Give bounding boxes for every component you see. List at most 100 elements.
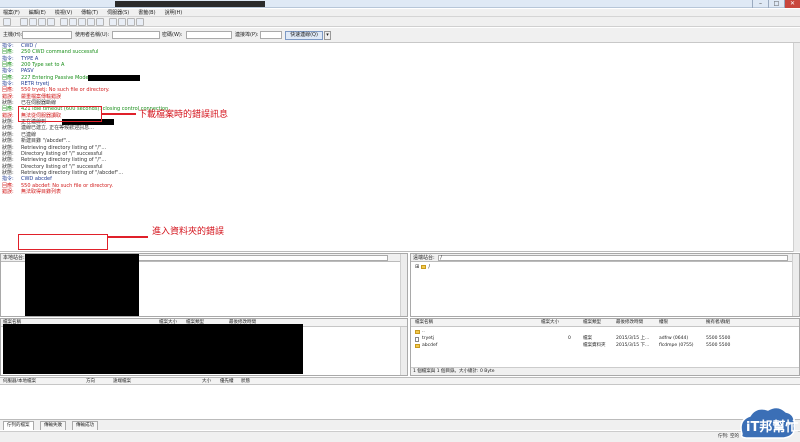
remote-file-name[interactable]: tryetj — [422, 336, 434, 342]
remote-file-type: 檔案資料夾 — [583, 343, 606, 348]
remote-file-list: 檔案名稱 檔案大小 檔案類型 最後修改時間 權限 擁有者/群組 .. tryetj… — [410, 318, 800, 376]
cancel-icon[interactable] — [78, 18, 86, 26]
remote-tree-scrollbar[interactable] — [792, 254, 799, 316]
process-queue-icon[interactable] — [69, 18, 77, 26]
maximize-button[interactable]: □ — [768, 0, 784, 8]
window-title — [115, 1, 265, 7]
remote-file-size: 0 — [568, 336, 571, 341]
remote-path-label: 遠端站台: — [413, 255, 435, 261]
minimize-button[interactable]: – — [752, 0, 768, 8]
log-scrollbar[interactable] — [793, 43, 800, 252]
itbang-logo: iT邦幫忙 — [740, 406, 798, 439]
remote-col-name[interactable]: 檔案名稱 — [415, 320, 433, 326]
remote-file-perm: adfrw (0644) — [659, 336, 689, 341]
remote-tree-pane: 遠端站台: / ⊞ / — [410, 253, 800, 317]
refresh-icon[interactable] — [60, 18, 68, 26]
quickconnect-button[interactable]: 快速連線(Q) — [285, 31, 323, 40]
toggle-queue-icon[interactable] — [47, 18, 55, 26]
folder-icon — [415, 330, 420, 334]
host-input[interactable] — [22, 31, 72, 39]
remote-col-perm[interactable]: 權限 — [659, 320, 668, 326]
annotation-text-download-error: 下載檔案時的錯誤訊息 — [138, 110, 229, 120]
expand-icon[interactable]: ⊞ — [415, 264, 419, 270]
local-list-scrollbar[interactable] — [400, 327, 407, 375]
host-label: 主機(H): — [3, 32, 23, 38]
sync-browse-icon[interactable] — [118, 18, 126, 26]
menu-bookmarks[interactable]: 書籤(B) — [138, 9, 155, 16]
tab-failed[interactable]: 傳輸失敗 — [40, 421, 66, 430]
folder-icon — [420, 264, 426, 269]
file-icon — [415, 337, 419, 342]
annotation-line-download-error — [102, 113, 136, 115]
folder-icon — [415, 344, 420, 348]
queue-body — [0, 385, 800, 419]
log-label: 錯誤: — [2, 188, 14, 195]
status-bar: 佇列: 空的 — [0, 431, 800, 442]
menu-server[interactable]: 伺服器(S) — [107, 9, 129, 16]
compare-icon[interactable] — [127, 18, 135, 26]
annotation-line-folder-error — [108, 236, 148, 238]
menu-transfer[interactable]: 傳輸(T) — [81, 9, 98, 16]
queue-tabs: 佇列的檔案 傳輸失敗 傳輸成功 — [0, 419, 800, 430]
menu-edit[interactable]: 編輯(E) — [29, 9, 46, 16]
remote-file-modified: 2015/3/15 下... — [616, 343, 650, 348]
annotation-box-folder-error — [18, 234, 108, 250]
quickconnect-dropdown[interactable]: ▾ — [324, 31, 331, 40]
password-input[interactable] — [186, 31, 232, 39]
filter-icon[interactable] — [109, 18, 117, 26]
menu-file[interactable]: 檔案(F) — [3, 9, 20, 16]
remote-file-name[interactable]: .. — [422, 329, 425, 335]
port-input[interactable] — [260, 31, 282, 39]
remote-file-name[interactable]: abcdef — [422, 343, 437, 349]
site-manager-icon[interactable] — [3, 18, 11, 26]
local-tree-pane: 本地站台: — [0, 253, 408, 317]
local-tree-scrollbar[interactable] — [400, 254, 407, 316]
remote-file-perm: flcdmpe (0755) — [659, 343, 694, 348]
redacted-local-files — [3, 324, 303, 374]
search-icon[interactable] — [136, 18, 144, 26]
redacted-local-tree — [25, 254, 139, 316]
toggle-local-tree-icon[interactable] — [29, 18, 37, 26]
remote-file-owner: 5500 5500 — [706, 336, 731, 341]
remote-tree-root[interactable]: ⊞ / — [415, 264, 430, 270]
toggle-log-icon[interactable] — [20, 18, 28, 26]
toolbar — [0, 17, 800, 27]
quickconnect-bar: 主機(H): 使用者名稱(U): 密碼(W): 連接埠(P): 快速連線(Q) … — [0, 28, 800, 43]
local-path-label: 本地站台: — [3, 255, 25, 261]
menu-bar: 檔案(F) 編輯(E) 檢視(V) 傳輸(T) 伺服器(S) 書籤(B) 說明(… — [0, 9, 800, 17]
log-message: 無法取得目錄列表 — [21, 188, 62, 195]
message-log: 指令: CWD / 回應: 250 CWD command successful 指令:… — [0, 43, 800, 252]
queue-header: 伺服器/本地檔案 方向 遠端檔案 大小 優先權 狀態 — [0, 377, 800, 385]
remote-file-type: 檔案 — [583, 336, 592, 341]
remote-file-owner: 5500 5500 — [706, 343, 731, 348]
remote-list-header — [411, 319, 799, 327]
close-button[interactable]: ✕ — [784, 0, 800, 8]
tab-successful[interactable]: 傳輸成功 — [72, 421, 98, 430]
disconnect-icon[interactable] — [87, 18, 95, 26]
remote-col-type[interactable]: 檔案類型 — [583, 320, 601, 326]
remote-status: 1 個檔案與 1 個目錄。大小總計: 0 Byte — [411, 367, 799, 375]
log-row: 錯誤: 無法取得目錄列表 — [0, 189, 800, 195]
remote-col-modified[interactable]: 最後修改時間 — [616, 320, 643, 326]
logo-text: iT邦幫忙 — [746, 419, 798, 435]
remote-path-bar: 遠端站台: / — [411, 254, 799, 262]
local-file-list: 檔案名稱 檔案大小 檔案類型 最後修改時間 — [0, 318, 408, 376]
pass-label: 密碼(W): — [162, 32, 183, 38]
annotation-box-download-error — [18, 106, 102, 122]
title-bar: – □ ✕ — [0, 0, 800, 8]
remote-path-input[interactable]: / — [438, 254, 789, 261]
user-input[interactable] — [112, 31, 160, 39]
menu-help[interactable]: 說明(H) — [165, 9, 183, 16]
user-label: 使用者名稱(U): — [75, 32, 110, 38]
toggle-remote-tree-icon[interactable] — [38, 18, 46, 26]
remote-col-owner[interactable]: 擁有者/群組 — [706, 320, 730, 326]
remote-col-size[interactable]: 檔案大小 — [541, 320, 559, 326]
redacted-address — [88, 74, 140, 81]
remote-tree-root-label: / — [428, 264, 431, 270]
annotation-text-folder-error: 進入資料夾的錯誤 — [152, 227, 225, 237]
reconnect-icon[interactable] — [96, 18, 104, 26]
remote-file-modified: 2015/3/15 上... — [616, 336, 650, 341]
menu-view[interactable]: 檢視(V) — [55, 9, 72, 16]
tab-queued[interactable]: 佇列的檔案 — [3, 421, 34, 430]
port-label: 連接埠(P): — [235, 32, 259, 38]
